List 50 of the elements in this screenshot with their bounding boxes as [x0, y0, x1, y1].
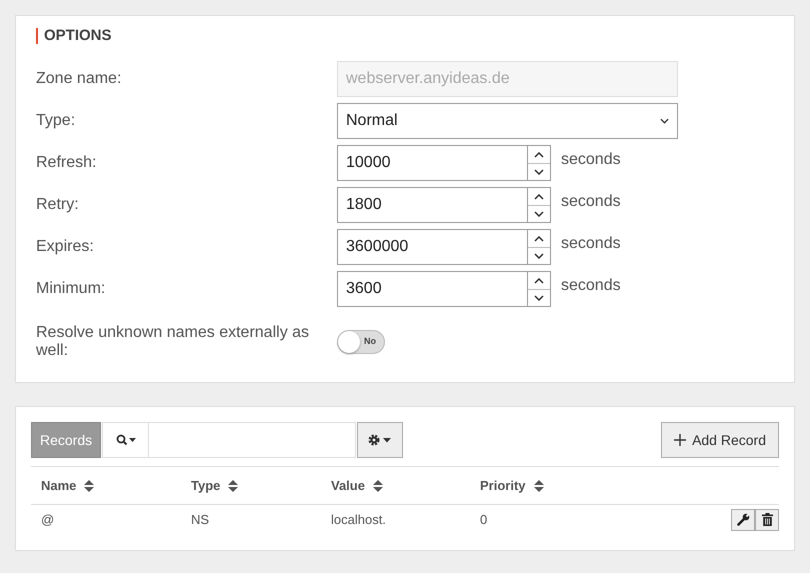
table-cell: localhost.	[321, 504, 470, 534]
sort-icon	[372, 478, 383, 492]
number-field[interactable]: 1800	[337, 187, 527, 223]
field-label: Expires:	[36, 238, 95, 256]
unit-label: seconds	[561, 151, 621, 169]
column-header[interactable]: Priority	[470, 466, 666, 504]
chevron-down-icon	[660, 118, 669, 124]
table-cell: NS	[181, 504, 321, 534]
plus-icon	[674, 434, 686, 446]
chevron-down-icon	[534, 295, 544, 301]
table-cell: 0	[470, 504, 666, 534]
chevron-up-icon	[534, 152, 544, 158]
field-label: Refresh:	[36, 154, 98, 172]
table-cell: @	[31, 504, 181, 534]
chevron-down-icon	[534, 169, 544, 175]
number-field[interactable]: 10000	[337, 145, 527, 181]
chevron-down-icon	[534, 253, 544, 259]
wrench-icon	[736, 513, 750, 526]
settings-icon	[367, 433, 394, 447]
unit-label: seconds	[561, 235, 621, 253]
chevron-up-icon	[534, 194, 544, 200]
edit-button[interactable]	[731, 508, 755, 530]
chevron-up-icon	[534, 278, 544, 284]
number-field[interactable]: 3600000	[337, 229, 527, 265]
column-header[interactable]: Value	[321, 466, 470, 504]
search-icon	[116, 434, 136, 446]
toggle-switch[interactable]: No	[337, 330, 385, 354]
unit-label: seconds	[561, 277, 621, 295]
sort-icon	[84, 478, 94, 492]
sort-icon	[534, 478, 544, 492]
search-dropdown-button[interactable]	[102, 422, 150, 458]
search-field[interactable]	[149, 422, 356, 458]
delete-button[interactable]	[755, 508, 779, 530]
column-header[interactable]: Type	[181, 466, 321, 504]
unit-label: seconds	[561, 193, 621, 211]
field-label: Minimum:	[36, 280, 106, 298]
trash-icon	[762, 513, 772, 526]
column-header[interactable]: Name	[31, 466, 181, 504]
chevron-up-icon	[534, 236, 544, 242]
chevron-down-icon	[534, 211, 544, 217]
add-record-button[interactable]: Add Record	[661, 422, 779, 458]
type-dropdown[interactable]: Normal	[337, 103, 678, 139]
field-label: Type:	[36, 112, 76, 130]
field-label: Retry:	[36, 196, 80, 214]
sort-icon	[228, 478, 238, 492]
field-label: Resolve unknown names externally as well:	[36, 324, 310, 360]
settings-dropdown-button[interactable]	[357, 422, 404, 458]
field-label: Zone name:	[36, 70, 122, 88]
section-title: OPTIONS	[36, 28, 774, 44]
number-field[interactable]: 3600	[337, 271, 527, 307]
